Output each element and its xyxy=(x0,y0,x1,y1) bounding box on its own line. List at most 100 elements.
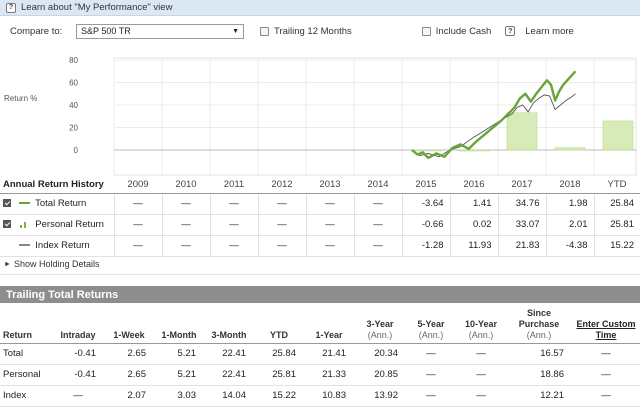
trailing-cell: 20.34 xyxy=(354,343,406,365)
enter-custom-time-label[interactable]: Enter Custom Time xyxy=(576,319,635,340)
trailing-cell: 18.86 xyxy=(506,364,572,386)
personal-return-bar xyxy=(554,147,586,151)
trailing-cell: 3.03 xyxy=(154,385,204,407)
plot-area xyxy=(113,57,637,176)
personal-return-label: Personal Return xyxy=(35,219,104,230)
help-icon: ? xyxy=(505,26,516,36)
annual-header-row: Annual Return History 2009 2010 2011 201… xyxy=(0,176,640,194)
trailing-cell: 5.21 xyxy=(154,343,204,365)
annual-cell: — xyxy=(353,235,402,257)
col-header-sub: (Ann.) xyxy=(526,329,552,340)
annual-cell: 34.76 xyxy=(497,193,546,215)
annual-row-label-cell: Personal Return xyxy=(0,214,114,236)
year-header: 2011 xyxy=(210,176,258,194)
trailing-row-label: Personal xyxy=(0,364,52,386)
trailing-cell: — xyxy=(406,364,456,386)
col-header-sub: (Ann.) xyxy=(418,329,444,340)
y-tick-label: 40 xyxy=(69,101,78,110)
col-header-label: Since Purchase xyxy=(518,307,560,329)
trailing-cell: 2.07 xyxy=(104,385,154,407)
help-icon: ? xyxy=(6,2,16,13)
annual-row-total: Total Return — — — — — — -3.64 1.41 34.7… xyxy=(0,193,640,215)
trailing-cell: 21.41 xyxy=(304,343,354,365)
trailing-cell: — xyxy=(572,343,640,365)
trailing-cell: 22.41 xyxy=(204,343,254,365)
col-header-sub: (Ann.) xyxy=(468,329,494,340)
trailing-cell: 16.57 xyxy=(506,343,572,365)
annual-cell: 21.83 xyxy=(497,235,546,257)
trailing-cell: — xyxy=(456,364,506,386)
chevron-down-icon: ▼ xyxy=(232,27,239,35)
trailing-header-row: Return Intraday 1-Week 1-Month 3-Month Y… xyxy=(0,305,640,344)
show-holding-details-toggle[interactable]: ► Show Holding Details xyxy=(4,259,99,269)
trailing-cell: 22.41 xyxy=(204,364,254,386)
annual-cell: — xyxy=(113,235,162,257)
learn-more-link[interactable]: ? Learn more xyxy=(505,26,574,37)
col-header: 1-Month xyxy=(154,305,204,344)
col-header-label: 10-Year xyxy=(464,318,498,329)
year-header: 2015 xyxy=(402,176,450,194)
col-header: YTD xyxy=(254,305,304,344)
col-header-label: Return xyxy=(3,329,32,340)
trailing-returns-header: Trailing Total Returns xyxy=(0,286,640,303)
annual-cell: -3.64 xyxy=(401,193,450,215)
trailing-cell: — xyxy=(572,385,640,407)
annual-cell: — xyxy=(257,235,306,257)
annual-cell: 25.84 xyxy=(593,193,640,215)
index-line-swatch-icon xyxy=(18,244,30,247)
year-header: 2016 xyxy=(450,176,498,194)
trailing-cell: 14.04 xyxy=(204,385,254,407)
performance-chart: Return % 80 60 40 20 0 xyxy=(0,44,640,178)
year-header: 2009 xyxy=(114,176,162,194)
annual-cell: — xyxy=(257,214,306,236)
compare-select[interactable]: S&P 500 TR ▼ xyxy=(76,23,244,39)
annual-cell: 11.93 xyxy=(449,235,498,257)
col-header-label: 3-Year xyxy=(366,318,394,329)
trailing-12-months-toggle[interactable]: Trailing 12 Months xyxy=(260,26,352,37)
trailing-cell: — xyxy=(406,385,456,407)
year-header: 2010 xyxy=(162,176,210,194)
personal-return-bar xyxy=(410,149,442,152)
chart-svg: 80 60 40 20 0 xyxy=(69,56,637,176)
include-cash-toggle[interactable]: Include Cash xyxy=(421,26,491,37)
year-header: YTD xyxy=(594,176,640,194)
annual-cell: — xyxy=(305,214,354,236)
include-cash-checkbox[interactable] xyxy=(421,26,431,36)
personal-return-checkbox[interactable] xyxy=(3,220,11,229)
annual-cell: — xyxy=(161,214,210,236)
personal-return-bar xyxy=(602,120,634,151)
year-header: 2017 xyxy=(498,176,546,194)
year-header: 2018 xyxy=(546,176,594,194)
annual-row-personal: Personal Return — — — — — — -0.66 0.02 3… xyxy=(0,214,640,236)
trailing-12-months-checkbox[interactable] xyxy=(260,26,269,36)
trailing-cell: 13.92 xyxy=(354,385,406,407)
y-tick-label: 60 xyxy=(69,79,78,88)
annual-row-label-cell: Index Return xyxy=(0,235,114,257)
annual-cell: — xyxy=(209,214,258,236)
col-header-label: 1-Month xyxy=(161,329,197,340)
info-bar[interactable]: ? Learn about "My Performance" view xyxy=(0,0,640,16)
enter-custom-time-link[interactable]: Enter Custom Time xyxy=(572,305,640,344)
col-header-label: Intraday xyxy=(60,329,96,340)
year-header: 2014 xyxy=(354,176,402,194)
col-header: 1-Year xyxy=(304,305,354,344)
annual-cell: — xyxy=(257,193,306,215)
annual-return-table: Annual Return History 2009 2010 2011 201… xyxy=(0,176,640,257)
trailing-cell: 5.21 xyxy=(154,364,204,386)
year-header: 2013 xyxy=(306,176,354,194)
info-bar-link[interactable]: Learn about "My Performance" view xyxy=(21,2,172,13)
compare-select-value: S&P 500 TR xyxy=(81,26,131,36)
total-return-checkbox[interactable] xyxy=(3,199,11,208)
trailing-cell: 12.21 xyxy=(506,385,572,407)
bar-swatch-icon xyxy=(19,220,30,229)
trailing-cell: — xyxy=(52,385,104,407)
y-tick-label: 0 xyxy=(74,146,79,155)
annual-cell: 25.81 xyxy=(593,214,640,236)
col-header: Since Purchase (Ann.) xyxy=(506,305,572,344)
trailing-cell: 25.81 xyxy=(254,364,304,386)
col-header: Intraday xyxy=(52,305,104,344)
annual-row-label-cell: Total Return xyxy=(0,193,114,215)
col-header-sub: (Ann.) xyxy=(367,329,393,340)
annual-cell: 2.01 xyxy=(545,214,594,236)
trailing-cell: — xyxy=(572,364,640,386)
